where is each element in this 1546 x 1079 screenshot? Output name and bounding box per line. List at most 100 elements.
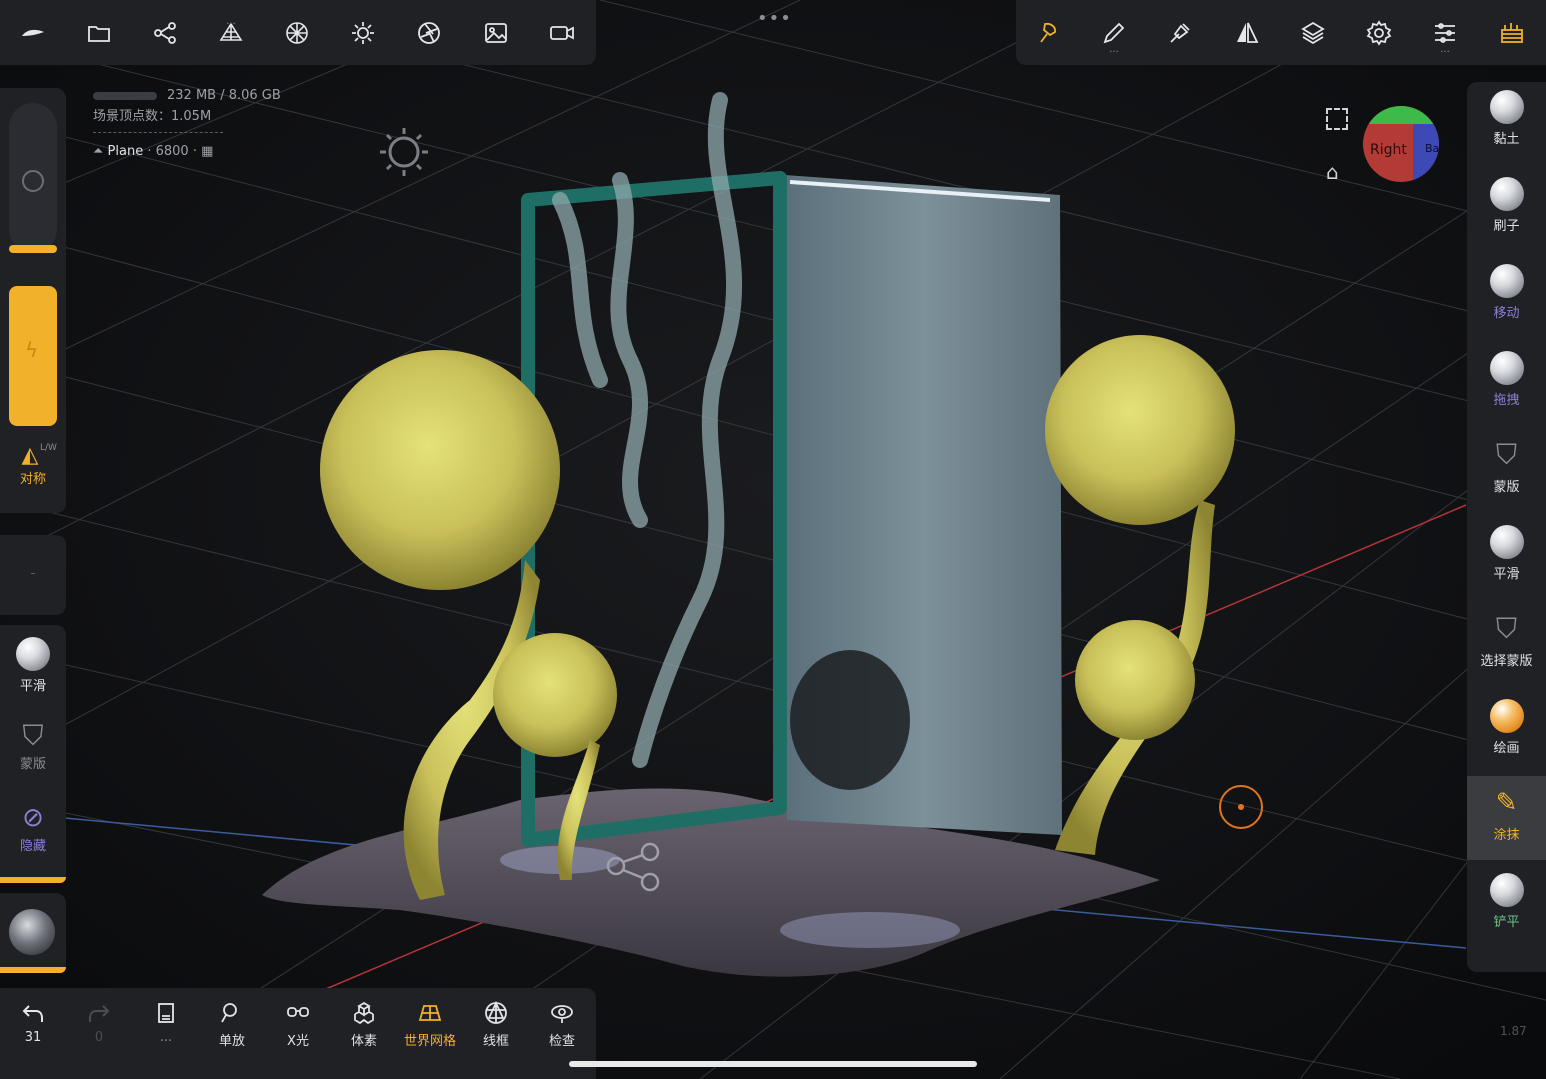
vertex-count: 场景顶点数：1.05M [93,109,212,124]
world-grid-icon [418,1005,442,1021]
nomad-logo-icon[interactable] [13,14,53,52]
sliders-icon[interactable]: ... [1425,14,1465,55]
right-tool-5[interactable]: 平滑 [1467,525,1546,582]
mask-shield-icon: ⛉ [22,719,44,752]
mesh-icon: ⏶ [93,144,104,159]
top-toolbar-left: ... [0,0,596,65]
smudge-brush-icon: ✎ [1495,788,1518,818]
select-mask-icon: ⛉ [1495,612,1517,645]
book-button[interactable]: ... [136,1000,196,1045]
right-tool-label: 蒙版 [1493,480,1520,495]
right-tool-label: 刷子 [1493,219,1520,234]
right-tool-9[interactable]: 铲平 [1467,873,1546,930]
hide-icon: ⊘ [22,803,44,833]
right-tool-label: 拖拽 [1493,393,1520,408]
right-tool-7[interactable]: 绘画 [1467,699,1546,756]
image-icon[interactable] [476,14,516,52]
lightning-icon: ϟ [25,338,39,362]
bottom-item-world-grid[interactable]: 世界网格 [400,1000,460,1049]
left-smooth-label: 平滑 [19,679,46,694]
right-tool-label: 绘画 [1493,741,1520,756]
left-hide-tool[interactable]: ⊘ 隐藏 [0,801,66,854]
mask-shield-icon: ⛉ [1495,438,1517,471]
fullscreen-icon[interactable] [1326,108,1348,130]
right-tool-6[interactable]: ⛉ 选择蒙版 [1467,612,1546,669]
left-shortcut-panel: 平滑 ⛉ 蒙版 ⊘ 隐藏 [0,625,66,883]
right-tool-label: 移动 [1493,306,1520,321]
material-sphere-icon[interactable] [277,14,317,52]
left-mask-label: 蒙版 [19,757,46,772]
matcap-sphere-icon[interactable] [9,909,55,955]
right-tool-2[interactable]: 移动 [1467,264,1546,321]
bottom-item-xray[interactable]: X光 [268,1000,328,1049]
right-tool-label: 铲平 [1493,915,1520,930]
top-toolbar-right: ... ... [1016,0,1546,65]
bottom-item-label: X光 [287,1034,309,1049]
left-mask-tool[interactable]: ⛉ 蒙版 [0,719,66,772]
right-tool-label: 涂抹 [1493,828,1520,843]
bottom-item-wireframe[interactable]: 线框 [466,1000,526,1049]
symmetry-label: 对称 [19,472,46,487]
voxel-icon [354,1001,374,1025]
folder-icon[interactable] [79,14,119,52]
move-sphere-icon [1489,264,1524,298]
pen-icon[interactable]: ... [1094,14,1134,55]
symmetry-toggle[interactable]: ◭ L/W 对称 [0,443,66,503]
gizmo-face-right: Right [1370,142,1407,158]
left-hide-label: 隐藏 [19,839,46,854]
aperture-icon[interactable] [409,14,449,52]
smooth-sphere-icon [16,637,50,671]
bottom-item-label: 单放 [218,1034,245,1049]
memory-usage: 232 MB / 8.06 GB [167,88,281,103]
view-cube-gizmo[interactable]: Right Ba [1363,106,1439,182]
intensity-slider[interactable]: ϟ [9,286,57,426]
left-brush-panel: ϟ ◭ L/W 对称 [0,88,66,513]
bottom-item-label: 世界网格 [403,1034,456,1049]
undo-button[interactable]: 31 [3,1000,63,1045]
solo-icon [221,1003,237,1023]
home-indicator[interactable] [569,1061,977,1067]
sun-light-icon[interactable] [343,14,383,52]
picker-icon[interactable] [1160,14,1200,52]
right-tool-0[interactable]: 黏土 [1467,90,1546,147]
selected-object[interactable]: ⏶ Plane · 6800 · ▦ [93,141,281,162]
drag-handle-dots[interactable]: ••• [757,8,792,29]
version-label: 1.87 [1500,1024,1527,1038]
right-tool-8[interactable]: ✎ 涂抹 [1467,776,1546,860]
redo-count: 0 [94,1030,104,1045]
clay-sphere-icon [1489,90,1524,124]
share-nodes-icon[interactable] [145,14,185,52]
mesh-pyramid-icon[interactable]: ... [211,14,251,52]
layers-icon[interactable] [1293,14,1333,52]
right-tool-4[interactable]: ⛉ 蒙版 [1467,438,1546,495]
bottom-item-voxel[interactable]: 体素 [334,1000,394,1049]
flatten-sphere-icon [1489,873,1524,907]
redo-button[interactable]: 0 [69,1000,129,1045]
symmetry-badge: L/W [40,443,57,453]
settings-gear-icon[interactable] [1359,14,1399,52]
right-tool-label: 平滑 [1493,567,1520,582]
scene-icon[interactable] [1492,14,1532,52]
right-tool-3[interactable]: 拖拽 [1467,351,1546,408]
right-tool-1[interactable]: 刷子 [1467,177,1546,234]
smooth-sphere-icon [1489,525,1524,559]
left-material-panel[interactable] [0,893,66,973]
bottom-item-label: 检查 [548,1034,575,1049]
xray-icon [287,1007,309,1017]
checker-icon: ▦ [201,144,214,159]
right-tool-label: 黏土 [1493,132,1520,147]
home-icon[interactable]: ⌂ [1326,160,1339,184]
radius-slider[interactable] [9,103,57,253]
book-more-icon: ... [159,1030,173,1045]
left-empty-panel [0,535,66,615]
paint-sphere-icon [1489,699,1524,733]
memory-bar [93,91,157,100]
bottom-item-solo[interactable]: 单放 [202,1000,262,1049]
bottom-item-inspect[interactable]: 检查 [532,1000,592,1049]
wireframe-icon [485,1000,507,1024]
symmetry-icon[interactable] [1227,14,1267,52]
radius-slider-knob[interactable] [22,170,44,192]
left-smooth-tool[interactable]: 平滑 [0,637,66,694]
video-camera-icon[interactable] [542,14,582,52]
smudge-brush-icon[interactable] [1028,14,1068,52]
